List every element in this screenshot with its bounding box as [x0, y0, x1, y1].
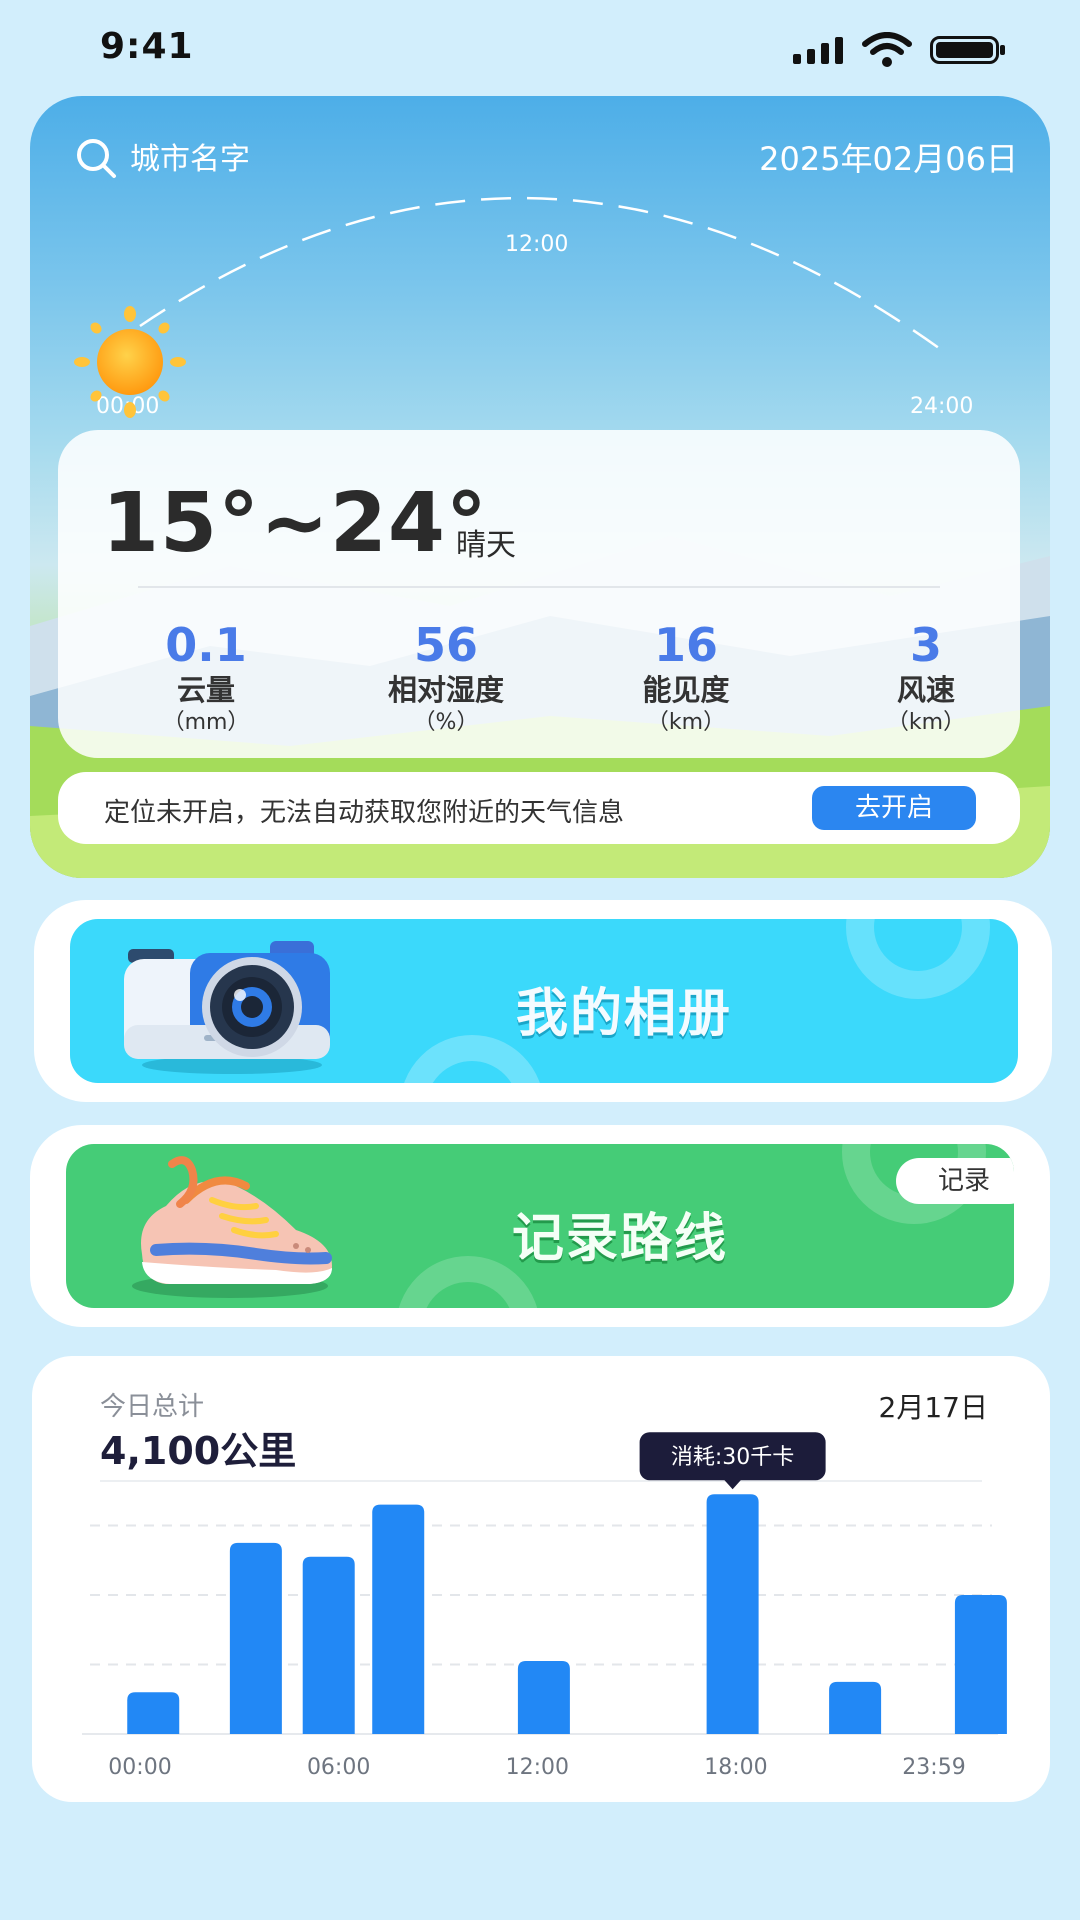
chart-tooltip-text: 消耗:30千卡: [671, 1445, 794, 1470]
enable-location-button[interactable]: 去开启: [812, 786, 976, 830]
stat-unit: （%）: [413, 710, 479, 735]
stat-value: 16: [653, 618, 718, 672]
stat-label: 相对湿度: [387, 673, 504, 707]
chart-x-tick-label: 06:00: [307, 1755, 370, 1780]
chart-x-tick-label: 23:59: [902, 1755, 965, 1780]
chart-bar: [954, 1595, 1007, 1734]
distance-bar-chart: 00:00 06:00 12:00 18:00 23:59 消耗:30千卡: [82, 1432, 1007, 1780]
chart-x-tick-label: 12:00: [506, 1755, 569, 1780]
chart-x-tick-label: 00:00: [108, 1755, 171, 1780]
stat-visibility: 16 能见度 （km）: [586, 618, 786, 738]
stat-cloud: 0.1 云量 （mm）: [106, 618, 306, 738]
weather-card: 城市名字 2025年02月06日 12:00 00:00 24:00 15°~2…: [30, 96, 1050, 878]
stat-humidity: 56 相对湿度 （%）: [346, 618, 546, 738]
sun-icon: [74, 306, 186, 418]
sneaker-icon: [132, 1156, 332, 1298]
record-button[interactable]: 记录: [896, 1158, 1014, 1204]
chart-tooltip-pointer: [723, 1479, 742, 1490]
daily-stats-card: 今日总计 2月17日 4,100公里 00:00 06:00 12:00 18:00 2…: [32, 1356, 1050, 1802]
wifi-icon: [862, 32, 912, 67]
stat-label: 风速: [896, 673, 955, 707]
stat-value: 0.1: [165, 618, 247, 672]
chart-bar: [127, 1692, 180, 1734]
stat-label: 能见度: [642, 673, 730, 707]
battery-icon: [930, 36, 1005, 64]
stat-unit: （km）: [886, 710, 966, 735]
camera-icon: [124, 941, 330, 1074]
chart-bar: [829, 1681, 882, 1734]
location-notice-text: 定位未开启，无法自动获取您附近的天气信息: [104, 798, 625, 828]
route-title: 记录路线: [512, 1209, 729, 1269]
sun-arc-end-label: 24:00: [910, 394, 974, 419]
chart-bar: [517, 1661, 570, 1734]
weather-condition: 晴天: [456, 528, 516, 563]
chart-bar: [302, 1556, 355, 1734]
stat-unit: （km）: [646, 710, 726, 735]
album-banner[interactable]: 我的相册: [70, 919, 1018, 1083]
album-title: 我的相册: [516, 984, 733, 1044]
weather-info-panel: 15°~24° 晴天 0.1 云量 （mm） 56 相对湿度 （%） 16 能见…: [58, 430, 1020, 758]
stat-unit: （mm）: [162, 710, 250, 735]
stat-label: 云量: [176, 673, 235, 707]
location-notice-bar: 定位未开启，无法自动获取您附近的天气信息 去开启: [58, 772, 1020, 844]
chart-bar: [706, 1494, 759, 1734]
chart-x-tick-label: 18:00: [704, 1755, 767, 1780]
stat-value: 3: [909, 618, 942, 672]
chart-bar: [372, 1504, 425, 1734]
info-divider: [138, 586, 940, 588]
cellular-signal-icon: [793, 37, 843, 64]
sun-arc-noon-label: 12:00: [505, 232, 569, 257]
route-banner[interactable]: 记录路线 记录: [66, 1144, 1014, 1308]
stat-wind-speed: 3 风速 （km）: [826, 618, 1026, 738]
album-card[interactable]: 我的相册: [34, 900, 1052, 1102]
chart-bar: [229, 1542, 282, 1734]
route-card[interactable]: 记录路线 记录: [30, 1125, 1050, 1327]
decor-ring: [846, 919, 990, 999]
stat-value: 56: [413, 618, 478, 672]
status-time: 9:41: [100, 26, 194, 67]
temperature-range: 15°~24°: [102, 476, 488, 571]
